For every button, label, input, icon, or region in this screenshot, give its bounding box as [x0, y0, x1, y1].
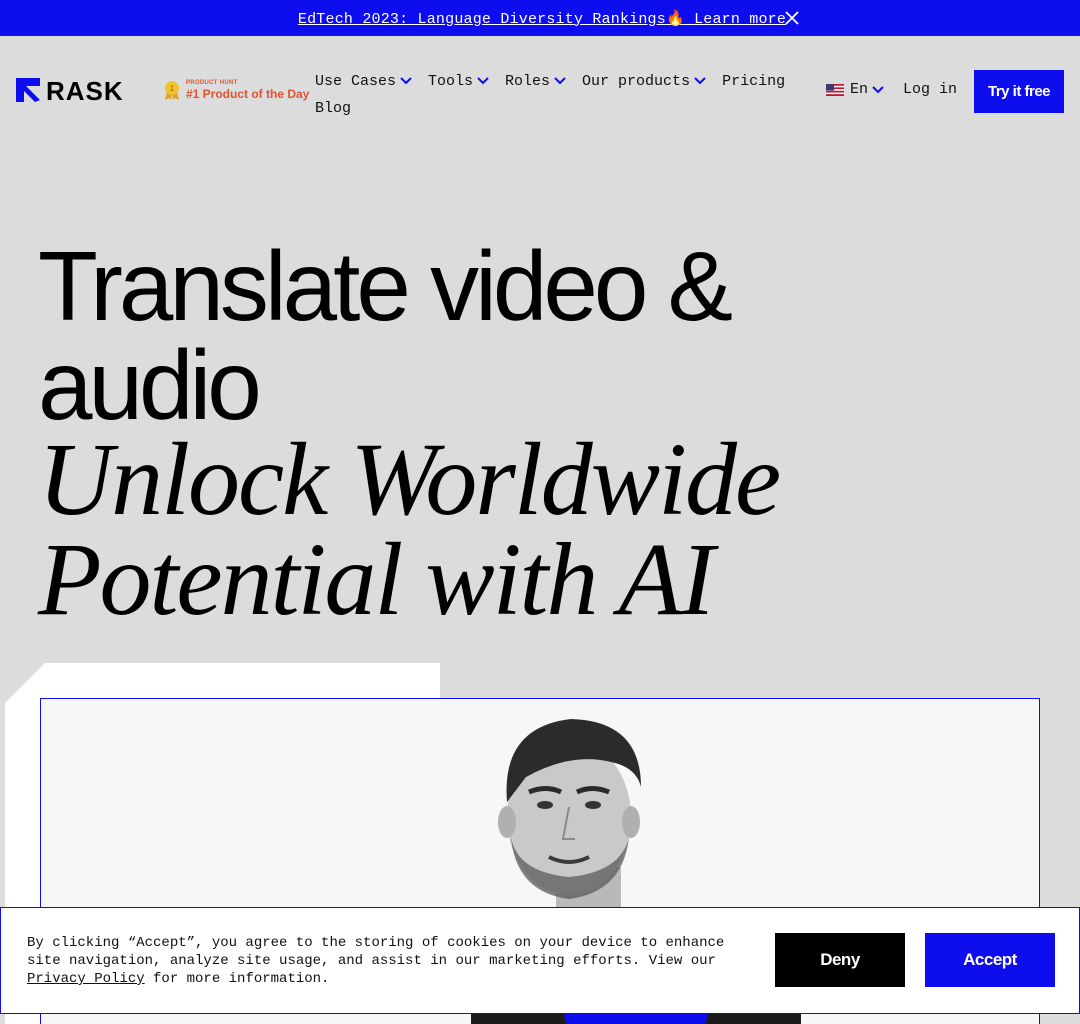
- nav-tools[interactable]: Tools: [428, 73, 489, 90]
- hero-title-line1: Translate video &: [38, 231, 733, 341]
- nav-blog[interactable]: Blog: [315, 100, 351, 117]
- us-flag-icon: [826, 83, 844, 96]
- announcement-link[interactable]: EdTech 2023: Language Diversity Rankings…: [298, 9, 786, 28]
- learn-more-link[interactable]: Learn more: [694, 11, 786, 28]
- svg-text:1: 1: [170, 84, 175, 93]
- svg-text:RASK: RASK: [46, 78, 124, 102]
- rask-logo-icon: RASK: [16, 78, 124, 102]
- chevron-down-icon: [554, 77, 566, 85]
- chevron-down-icon: [400, 77, 412, 85]
- nav-use-cases[interactable]: Use Cases: [315, 73, 412, 90]
- cookie-text-body: By clicking “Accept”, you agree to the s…: [27, 935, 725, 969]
- cookie-consent-banner: By clicking “Accept”, you agree to the s…: [0, 907, 1080, 1014]
- nav-label: Pricing: [722, 72, 786, 90]
- fire-icon: 🔥: [665, 10, 685, 28]
- close-icon[interactable]: [783, 9, 801, 27]
- language-label: En: [850, 81, 869, 98]
- product-hunt-badge[interactable]: 1 PRODUCT HUNT #1 Product of the Day: [164, 79, 309, 101]
- nav-label: Tools: [428, 72, 474, 90]
- accept-button[interactable]: Accept: [925, 933, 1055, 987]
- main-nav: Use Cases Tools Roles Our products Prici…: [315, 71, 810, 118]
- badge-caption: PRODUCT HUNT: [186, 80, 238, 86]
- privacy-policy-link[interactable]: Privacy Policy: [27, 971, 145, 987]
- hero-subtitle-line1: Unlock Worldwide: [38, 422, 781, 537]
- announcement-banner: EdTech 2023: Language Diversity Rankings…: [0, 0, 1080, 36]
- language-selector[interactable]: En: [826, 81, 884, 98]
- medal-icon: 1: [165, 81, 179, 100]
- chevron-down-icon: [477, 77, 489, 85]
- cookie-text: By clicking “Accept”, you agree to the s…: [27, 934, 727, 988]
- site-header: RASK 1 PRODUCT HUNT #1 Product of the Da…: [0, 36, 1080, 136]
- hero-subtitle-line2: Potential with AI: [38, 522, 715, 637]
- badge-title: #1 Product of the Day: [186, 87, 310, 101]
- nav-pricing[interactable]: Pricing: [722, 73, 785, 90]
- try-it-free-button[interactable]: Try it free: [974, 70, 1064, 113]
- nav-label: Our products: [582, 72, 691, 90]
- nav-label: Use Cases: [315, 72, 397, 90]
- login-link[interactable]: Log in: [903, 81, 957, 98]
- chevron-down-icon: [872, 85, 884, 93]
- nav-label: Blog: [315, 99, 352, 117]
- announcement-text: EdTech 2023: Language Diversity Rankings: [297, 10, 666, 28]
- deny-button[interactable]: Deny: [775, 933, 905, 987]
- nav-label: Roles: [505, 72, 551, 90]
- chevron-down-icon: [694, 77, 706, 85]
- nav-our-products[interactable]: Our products: [582, 73, 706, 90]
- nav-roles[interactable]: Roles: [505, 73, 566, 90]
- rask-logo[interactable]: RASK: [16, 78, 154, 102]
- hero-title-line2: audio: [38, 330, 262, 440]
- cookie-text-end: for more information.: [144, 971, 330, 987]
